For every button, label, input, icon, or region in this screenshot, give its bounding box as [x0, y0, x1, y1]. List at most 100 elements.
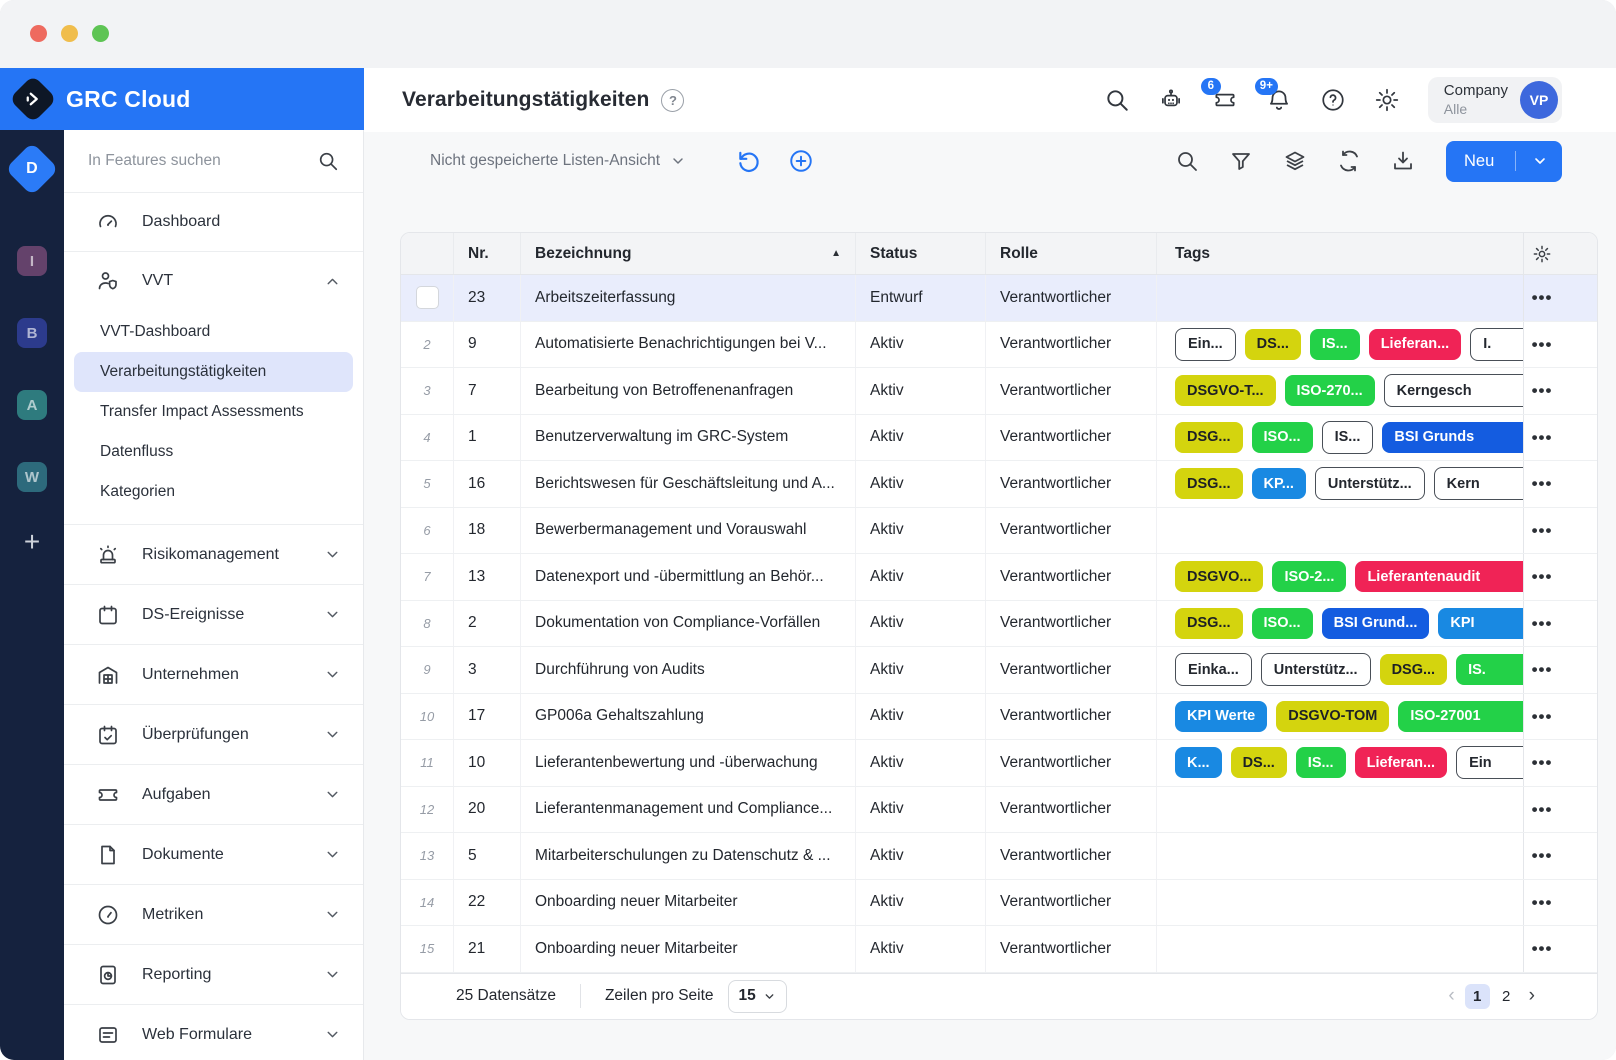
tag-chip[interactable]: DS...: [1245, 329, 1301, 360]
row-actions-menu-icon[interactable]: •••: [1532, 475, 1553, 492]
sidebar-item-web-formulare[interactable]: Web Formulare: [64, 1004, 363, 1060]
sidebar-item-reporting[interactable]: Reporting: [64, 944, 363, 1004]
tag-chip[interactable]: ISO-2...: [1272, 561, 1346, 592]
sidebar-item-risikomanagement[interactable]: Risikomanagement: [64, 524, 363, 584]
row-actions-menu-icon[interactable]: •••: [1532, 894, 1553, 911]
row-actions-menu-icon[interactable]: •••: [1532, 289, 1553, 306]
row-actions-menu-icon[interactable]: •••: [1532, 847, 1553, 864]
sidebar-item-vvt[interactable]: VVT: [64, 252, 363, 310]
tag-chip[interactable]: DSG...: [1175, 608, 1243, 639]
tag-chip[interactable]: DSG...: [1175, 468, 1243, 499]
title-help-icon[interactable]: ?: [661, 89, 684, 112]
table-row[interactable]: 29Automatisierte Benachrichtigungen bei …: [401, 322, 1597, 369]
tag-chip[interactable]: BSI Grunds: [1382, 422, 1524, 453]
row-actions-menu-icon[interactable]: •••: [1532, 429, 1553, 446]
tag-chip[interactable]: DSGVO-TOM: [1276, 701, 1389, 732]
sidebar-item-ds-ereignisse[interactable]: DS-Ereignisse: [64, 584, 363, 644]
workspace-item-i[interactable]: I: [17, 246, 47, 276]
tag-chip[interactable]: Unterstütz...: [1315, 467, 1425, 500]
sidebar-item-metriken[interactable]: Metriken: [64, 884, 363, 944]
tag-chip[interactable]: Lieferan...: [1355, 747, 1448, 778]
tag-chip[interactable]: IS...: [1296, 747, 1346, 778]
table-row[interactable]: 93Durchführung von AuditsAktivVerantwort…: [401, 647, 1597, 694]
tag-chip[interactable]: Kerngesch: [1384, 374, 1524, 407]
settings-gear-icon[interactable]: [1374, 87, 1400, 113]
table-row[interactable]: 713Datenexport und -übermittlung an Behö…: [401, 554, 1597, 601]
tag-chip[interactable]: Ein: [1456, 746, 1524, 779]
tag-chip[interactable]: Lieferantenaudit: [1355, 561, 1524, 592]
column-header-status[interactable]: Status: [856, 233, 986, 274]
row-actions-menu-icon[interactable]: •••: [1532, 336, 1553, 353]
tag-chip[interactable]: ISO...: [1252, 608, 1313, 639]
table-row[interactable]: 1017GP006a GehaltszahlungAktivVerantwort…: [401, 694, 1597, 741]
tag-chip[interactable]: I.: [1470, 328, 1524, 361]
header-select-all[interactable]: [401, 233, 454, 274]
workspace-item-d[interactable]: D: [5, 142, 59, 196]
traffic-light-close[interactable]: [30, 25, 47, 42]
tag-chip[interactable]: Lieferan...: [1369, 329, 1462, 360]
workspace-item-b[interactable]: B: [17, 318, 47, 348]
row-actions-menu-icon[interactable]: •••: [1532, 940, 1553, 957]
tag-chip[interactable]: Unterstütz...: [1261, 653, 1371, 686]
sidebar-item-dashboard[interactable]: Dashboard: [64, 193, 363, 251]
table-row[interactable]: 1521Onboarding neuer MitarbeiterAktivVer…: [401, 926, 1597, 973]
sidebar-item-berpr-fungen[interactable]: Überprüfungen: [64, 704, 363, 764]
sidebar-subitem-kategorien[interactable]: Kategorien: [74, 472, 353, 512]
assistant-bot-icon[interactable]: [1158, 87, 1184, 113]
table-row[interactable]: 1220Lieferantenmanagement und Compliance…: [401, 787, 1597, 834]
company-scope-selector[interactable]: Company Alle VP: [1428, 77, 1562, 123]
row-actions-menu-icon[interactable]: •••: [1532, 568, 1553, 585]
table-row[interactable]: 23ArbeitszeiterfassungEntwurfVerantwortl…: [401, 275, 1597, 322]
sidebar-subitem-datenfluss[interactable]: Datenfluss: [74, 432, 353, 472]
row-actions-menu-icon[interactable]: •••: [1532, 615, 1553, 632]
sidebar-item-unternehmen[interactable]: Unternehmen: [64, 644, 363, 704]
tag-chip[interactable]: KPI Werte: [1175, 701, 1267, 732]
tag-chip[interactable]: Einka...: [1175, 653, 1252, 686]
tag-chip[interactable]: KPI: [1438, 608, 1524, 639]
column-header-tags[interactable]: Tags: [1157, 233, 1524, 274]
help-icon[interactable]: [1320, 87, 1346, 113]
tag-chip[interactable]: DSG...: [1380, 654, 1448, 685]
tag-chip[interactable]: ISO-270...: [1285, 375, 1375, 406]
page-number-2[interactable]: 2: [1494, 984, 1519, 1009]
page-previous-icon[interactable]: ‹: [1448, 985, 1454, 1007]
row-actions-menu-icon[interactable]: •••: [1532, 382, 1553, 399]
tag-chip[interactable]: ISO-27001: [1398, 701, 1524, 732]
list-view-selector[interactable]: Nicht gespeicherte Listen-Ansicht: [430, 132, 686, 190]
column-header-rolle[interactable]: Rolle: [986, 233, 1157, 274]
table-row[interactable]: 41Benutzerverwaltung im GRC-SystemAktivV…: [401, 415, 1597, 462]
tag-chip[interactable]: IS...: [1310, 329, 1360, 360]
filter-icon[interactable]: [1229, 149, 1253, 173]
tag-chip[interactable]: ISO...: [1252, 422, 1313, 453]
sort-ascending-icon[interactable]: ▲: [831, 248, 841, 259]
tickets-icon[interactable]: 6: [1212, 87, 1238, 113]
tag-chip[interactable]: DSGVO...: [1175, 561, 1263, 592]
column-header-bezeichnung[interactable]: Bezeichnung ▲: [521, 233, 856, 274]
notifications-bell-icon[interactable]: 9+: [1266, 87, 1292, 113]
table-row[interactable]: 516Berichtswesen für Geschäftsleitung un…: [401, 461, 1597, 508]
table-row[interactable]: 618Bewerbermanagement und VorauswahlAkti…: [401, 508, 1597, 555]
tag-chip[interactable]: DSG...: [1175, 422, 1243, 453]
row-actions-menu-icon[interactable]: •••: [1532, 754, 1553, 771]
undo-icon[interactable]: [736, 148, 762, 174]
page-next-icon[interactable]: ›: [1529, 985, 1535, 1007]
sidebar-item-aufgaben[interactable]: Aufgaben: [64, 764, 363, 824]
traffic-light-minimize[interactable]: [61, 25, 78, 42]
table-row[interactable]: 135Mitarbeiterschulungen zu Datenschutz …: [401, 833, 1597, 880]
tag-chip[interactable]: IS.: [1456, 654, 1524, 685]
rows-per-page-select[interactable]: 15: [728, 980, 787, 1013]
tag-chip[interactable]: DS...: [1231, 747, 1287, 778]
sidebar-subitem-vvt-dashboard[interactable]: VVT-Dashboard: [74, 312, 353, 352]
table-row[interactable]: 1110Lieferantenbewertung und -überwachun…: [401, 740, 1597, 787]
new-record-button[interactable]: Neu: [1446, 141, 1562, 182]
row-actions-menu-icon[interactable]: •••: [1532, 708, 1553, 725]
tag-chip[interactable]: K...: [1175, 747, 1222, 778]
sidebar-subitem-verarbeitungst-tigkeiten[interactable]: Verarbeitungstätigkeiten: [74, 352, 353, 392]
table-row[interactable]: 1422Onboarding neuer MitarbeiterAktivVer…: [401, 880, 1597, 927]
global-search-icon[interactable]: [1104, 87, 1130, 113]
row-actions-menu-icon[interactable]: •••: [1532, 522, 1553, 539]
tag-chip[interactable]: IS...: [1322, 421, 1374, 454]
table-row[interactable]: 82Dokumentation von Compliance-Vorfällen…: [401, 601, 1597, 648]
user-avatar[interactable]: VP: [1520, 81, 1558, 119]
tag-chip[interactable]: KP...: [1252, 468, 1306, 499]
